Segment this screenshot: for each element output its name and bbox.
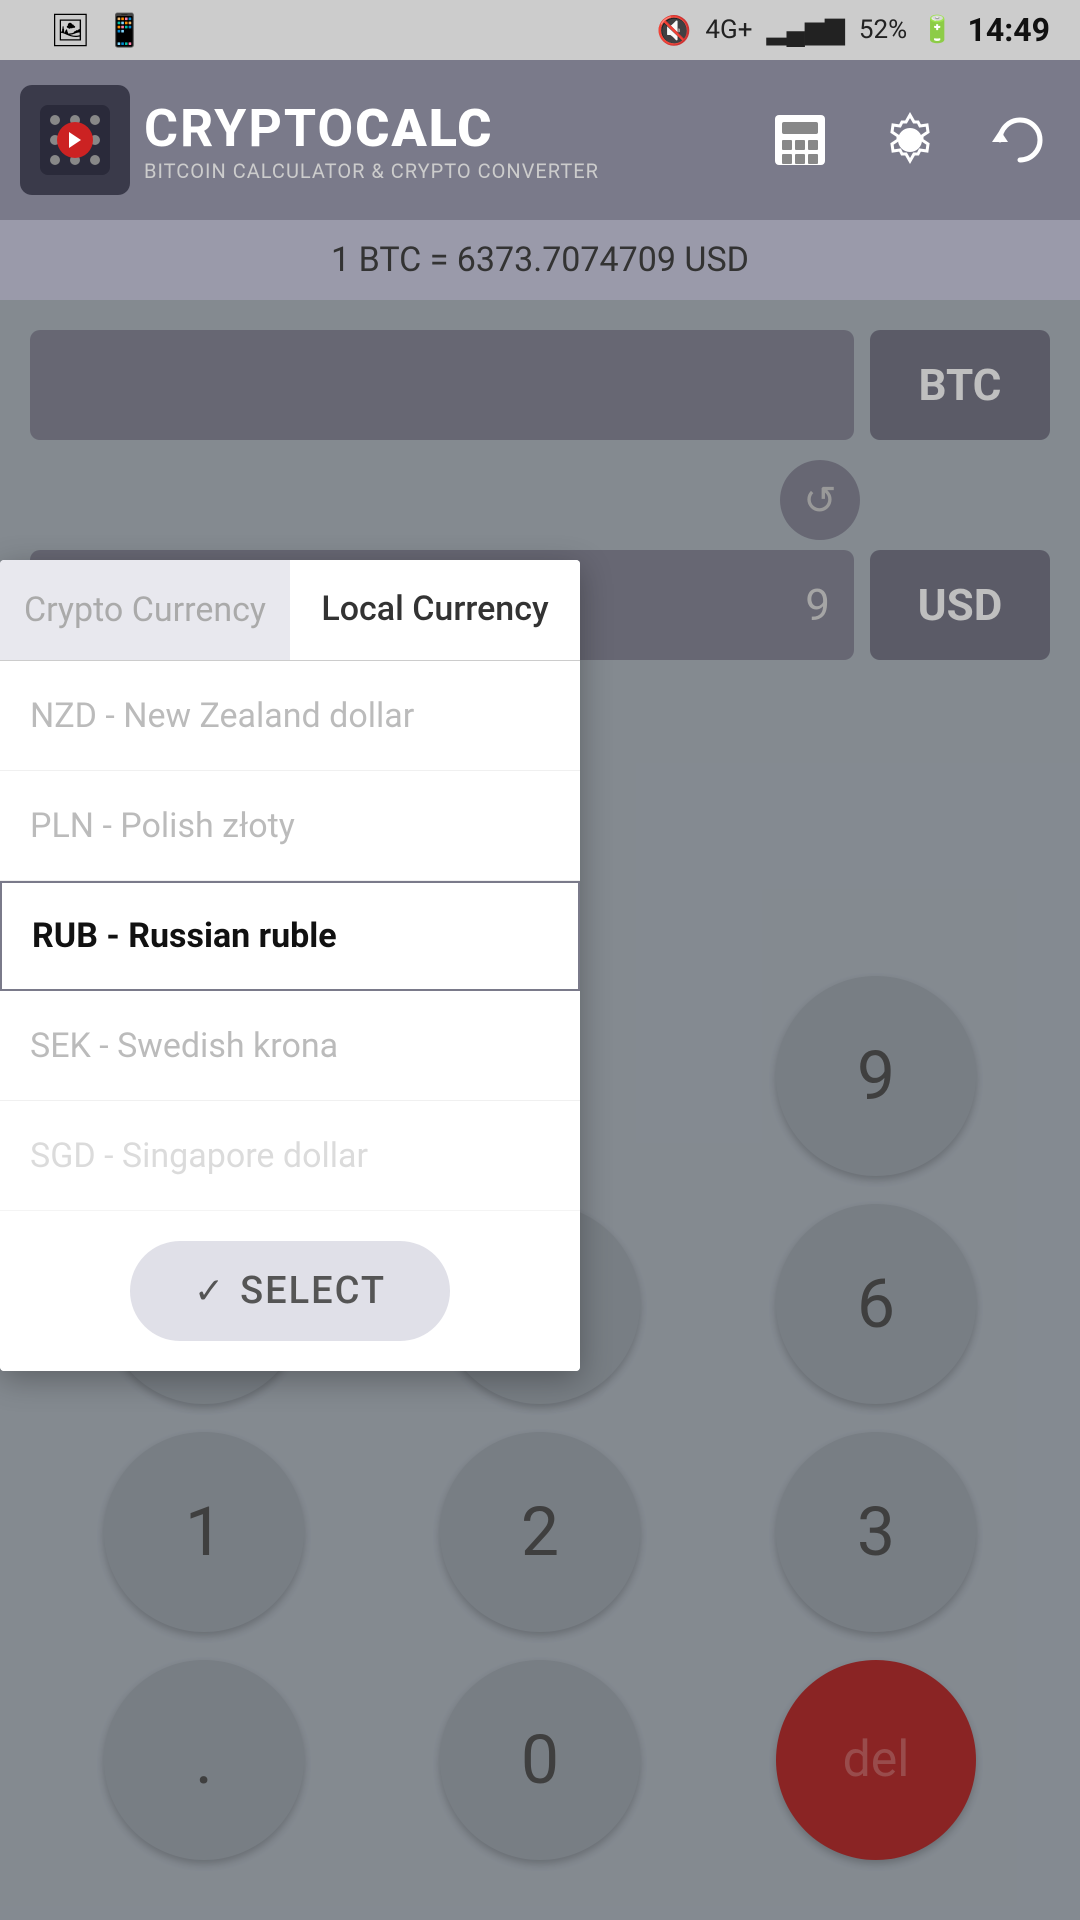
checkmark-icon: ✓: [194, 1270, 224, 1312]
signal-type: 4G+: [705, 15, 752, 45]
currency-item-sek[interactable]: SEK - Swedish krona: [0, 991, 580, 1101]
settings-button[interactable]: [870, 100, 950, 180]
currency-sek-label: SEK - Swedish krona: [30, 1026, 338, 1066]
gear-icon: [880, 110, 940, 170]
currency-sgd-label: SGD - Singapore dollar: [30, 1136, 368, 1176]
currency-picker-modal: Crypto Currency Local Currency NZD - New…: [0, 560, 580, 1371]
calculator-icon: [770, 110, 830, 170]
select-button[interactable]: ✓ SELECT: [130, 1241, 450, 1341]
main-content: BTC ↺ 9 USD 9 4 5: [0, 300, 1080, 1920]
modal-tabs: Crypto Currency Local Currency: [0, 560, 580, 661]
app-header: CRYPTOCALC BITCOIN CALCULATOR & CRYPTO C…: [0, 60, 1080, 220]
refresh-icon: [990, 110, 1050, 170]
mute-icon: 🔇: [657, 14, 692, 47]
logo-icon: [20, 85, 130, 195]
currency-pln-label: PLN - Polish złoty: [30, 806, 295, 846]
modal-footer: ✓ SELECT: [0, 1211, 580, 1371]
image-icon: 🖼: [50, 11, 91, 49]
status-bar: 🖼 📱 🔇 4G+ ▂▄▆▇ 52% 🔋 14:49: [0, 0, 1080, 60]
refresh-button[interactable]: [980, 100, 1060, 180]
tab-local-currency[interactable]: Local Currency: [290, 560, 580, 660]
tab-crypto-currency[interactable]: Crypto Currency: [0, 560, 290, 660]
rate-bar: 1 BTC = 6373.7074709 USD: [0, 220, 1080, 300]
currency-list: NZD - New Zealand dollar PLN - Polish zł…: [0, 661, 580, 1211]
battery-level: 52%: [859, 15, 907, 45]
logo-title: CRYPTOCALC: [144, 98, 599, 159]
currency-nzd-label: NZD - New Zealand dollar: [30, 696, 414, 736]
tab-local-label: Local Currency: [321, 589, 548, 629]
logo-svg: [35, 100, 115, 180]
signal-bars: ▂▄▆▇: [766, 15, 844, 46]
header-actions: [760, 100, 1060, 180]
phone-icon: 📱: [105, 11, 145, 49]
calculator-button[interactable]: [760, 100, 840, 180]
battery-icon: 🔋: [921, 15, 953, 45]
currency-item-sgd[interactable]: SGD - Singapore dollar: [0, 1101, 580, 1211]
time-display: 14:49: [968, 11, 1050, 49]
select-button-label: SELECT: [240, 1269, 386, 1313]
currency-item-pln[interactable]: PLN - Polish złoty: [0, 771, 580, 881]
currency-rub-label: RUB - Russian ruble: [32, 916, 337, 956]
tab-crypto-label: Crypto Currency: [24, 590, 266, 630]
logo-container: CRYPTOCALC BITCOIN CALCULATOR & CRYPTO C…: [20, 85, 740, 195]
logo-text: CRYPTOCALC BITCOIN CALCULATOR & CRYPTO C…: [144, 98, 599, 183]
logo-subtitle: BITCOIN CALCULATOR & CRYPTO CONVERTER: [144, 159, 599, 183]
currency-item-rub[interactable]: RUB - Russian ruble: [0, 881, 580, 991]
rate-text: 1 BTC = 6373.7074709 USD: [331, 240, 749, 280]
currency-item-nzd[interactable]: NZD - New Zealand dollar: [0, 661, 580, 771]
